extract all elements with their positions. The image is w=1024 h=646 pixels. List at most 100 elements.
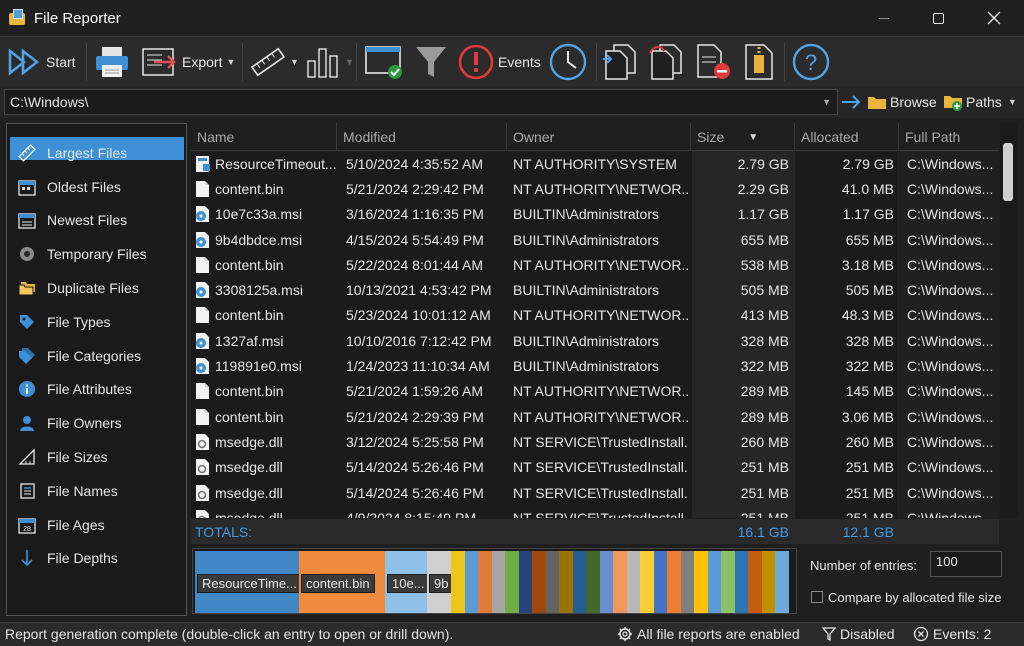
size-block[interactable] <box>721 551 735 613</box>
size-block[interactable] <box>532 551 546 613</box>
scheduler-button[interactable] <box>364 41 406 83</box>
table-header: Name Modified Owner Size ▼ Allocated Full… <box>191 123 999 151</box>
cell-owner: NT SERVICE\TrustedInstall... <box>513 484 689 501</box>
size-block[interactable] <box>734 551 748 613</box>
tags-icon <box>17 346 37 366</box>
move-files-button[interactable] <box>648 41 686 83</box>
size-block[interactable] <box>505 551 519 613</box>
size-block[interactable]: ResourceTime... <box>195 551 302 613</box>
size-block[interactable] <box>748 551 762 613</box>
go-arrow-icon[interactable] <box>840 92 862 112</box>
table-row[interactable]: 1327af.msi 10/10/2016 7:12:42 PM BUILTIN\A… <box>191 328 999 353</box>
size-block[interactable] <box>464 551 478 613</box>
size-block[interactable] <box>626 551 640 613</box>
size-block[interactable] <box>559 551 573 613</box>
table-row[interactable]: 10e7c33a.msi 3/16/2024 1:16:35 PM BUILTIN\… <box>191 202 999 227</box>
table-row[interactable]: content.bin 5/21/2024 1:59:26 AM NT AUTHOR… <box>191 379 999 404</box>
column-name[interactable]: Name <box>191 123 337 151</box>
size-block[interactable] <box>775 551 789 613</box>
sidebar-item-file-names[interactable]: File Names <box>7 474 186 508</box>
maximize-button[interactable] <box>912 0 964 36</box>
table-row[interactable]: msedge.dll 5/14/2024 5:26:46 PM NT SERVICE… <box>191 455 999 480</box>
sidebar-item-file-categories[interactable]: File Categories <box>7 339 186 373</box>
table-row[interactable]: content.bin 5/22/2024 8:01:44 AM NT AUTHOR… <box>191 252 999 277</box>
size-block[interactable] <box>451 551 465 613</box>
sidebar-item-newest-files[interactable]: Newest Files <box>7 204 186 238</box>
reports-enabled-status[interactable]: All file reports are enabled <box>617 626 800 642</box>
size-block[interactable] <box>613 551 627 613</box>
path-input[interactable]: C:\Windows\ ▼ <box>4 89 838 115</box>
table-scrollbar[interactable] <box>1000 123 1018 518</box>
help-button[interactable]: ? <box>792 41 830 83</box>
cell-size: 322 MB <box>740 358 789 375</box>
size-block[interactable] <box>694 551 708 613</box>
table-row[interactable]: ResourceTimeout... 5/10/2024 4:35:52 AM NT… <box>191 151 999 176</box>
close-button[interactable] <box>968 0 1020 36</box>
sidebar-item-file-types[interactable]: File Types <box>7 305 186 339</box>
browse-button[interactable]: Browse <box>867 89 937 115</box>
ruler-button[interactable]: ▼ <box>250 41 299 83</box>
filter-status[interactable]: Disabled <box>822 626 894 642</box>
sidebar-item-file-depths[interactable]: File Depths <box>7 542 186 576</box>
print-button[interactable] <box>93 41 131 83</box>
cell-size: 505 MB <box>740 282 789 299</box>
sidebar-item-file-attributes[interactable]: File Attributes <box>7 373 186 407</box>
copy-files-button[interactable] <box>602 41 640 83</box>
table-row[interactable]: msedge.dll 3/12/2024 5:25:58 PM NT SERVICE… <box>191 429 999 454</box>
size-block[interactable] <box>707 551 721 613</box>
compress-files-button[interactable] <box>742 41 776 83</box>
paths-button[interactable]: Paths ▼ <box>943 89 1017 115</box>
export-button[interactable]: Export ▼ <box>140 41 235 83</box>
table-row[interactable]: content.bin 5/23/2024 10:01:12 AM NT AUTHO… <box>191 303 999 328</box>
sidebar-item-duplicate-files[interactable]: Duplicate Files <box>7 271 186 305</box>
table-row[interactable]: 119891e0.msi 1/24/2023 11:10:34 AM BUILTIN… <box>191 353 999 378</box>
size-block[interactable] <box>478 551 492 613</box>
column-full-path[interactable]: Full Path <box>899 123 999 151</box>
size-block[interactable]: content.bin <box>299 551 385 613</box>
filter-button[interactable] <box>414 41 448 83</box>
table-row[interactable]: 9b4dbdce.msi 4/15/2024 5:54:49 PM BUILTIN\… <box>191 227 999 252</box>
column-allocated[interactable]: Allocated <box>795 123 899 151</box>
scrollbar-thumb[interactable] <box>1003 143 1013 201</box>
size-block[interactable] <box>599 551 613 613</box>
size-block[interactable] <box>572 551 586 613</box>
history-button[interactable] <box>548 41 588 83</box>
column-modified[interactable]: Modified <box>337 123 507 151</box>
size-block[interactable] <box>491 551 505 613</box>
table-row[interactable]: 3308125a.msi 10/13/2021 4:53:42 PM BUILTIN… <box>191 278 999 303</box>
sidebar-item-oldest-files[interactable]: Oldest Files <box>7 170 186 204</box>
sidebar-item-file-owners[interactable]: File Owners <box>7 406 186 440</box>
size-block[interactable] <box>680 551 694 613</box>
size-block[interactable] <box>545 551 559 613</box>
table-row[interactable]: msedge.dll 5/14/2024 5:26:46 PM NT SERVICE… <box>191 480 999 505</box>
table-row[interactable]: content.bin 5/21/2024 2:29:42 PM NT AUTHOR… <box>191 176 999 201</box>
cell-name: content.bin <box>215 180 284 197</box>
compare-allocated-checkbox[interactable] <box>811 591 823 603</box>
sidebar-item-largest-files[interactable]: Largest Files <box>7 136 186 170</box>
events-button[interactable]: Events <box>458 41 541 83</box>
size-block[interactable] <box>586 551 600 613</box>
start-button[interactable]: Start <box>8 41 76 83</box>
size-blocks-chart[interactable]: ResourceTime... content.bin 10e... 9b <box>192 548 797 614</box>
column-owner[interactable]: Owner <box>507 123 691 151</box>
size-block[interactable] <box>640 551 654 613</box>
events-status[interactable]: Events: 2 <box>913 626 991 642</box>
chevron-down-icon[interactable]: ▼ <box>822 97 831 107</box>
size-block[interactable] <box>667 551 681 613</box>
size-block[interactable] <box>518 551 532 613</box>
sidebar-item-temporary-files[interactable]: Temporary Files <box>7 237 186 271</box>
chart-button[interactable]: ▼ <box>305 41 354 83</box>
column-size[interactable]: Size ▼ <box>691 123 795 151</box>
size-block[interactable] <box>653 551 667 613</box>
size-block[interactable]: 10e... <box>385 551 430 613</box>
size-block[interactable]: 9b <box>427 551 454 613</box>
size-block[interactable] <box>761 551 775 613</box>
sidebar-item-file-sizes[interactable]: File Sizes <box>7 440 186 474</box>
table-row[interactable]: content.bin 5/21/2024 2:29:39 PM NT AUTHOR… <box>191 404 999 429</box>
cell-allocated: 41.0 MB <box>841 180 894 197</box>
table-row[interactable]: msedge.dll 4/9/2024 8:15:49 PM NT SERVICE\… <box>191 505 999 518</box>
entries-input[interactable]: 100 <box>930 551 1002 577</box>
delete-files-button[interactable] <box>694 41 734 83</box>
sidebar-item-file-ages[interactable]: 28 File Ages <box>7 508 186 542</box>
minimize-button[interactable] <box>858 0 910 36</box>
